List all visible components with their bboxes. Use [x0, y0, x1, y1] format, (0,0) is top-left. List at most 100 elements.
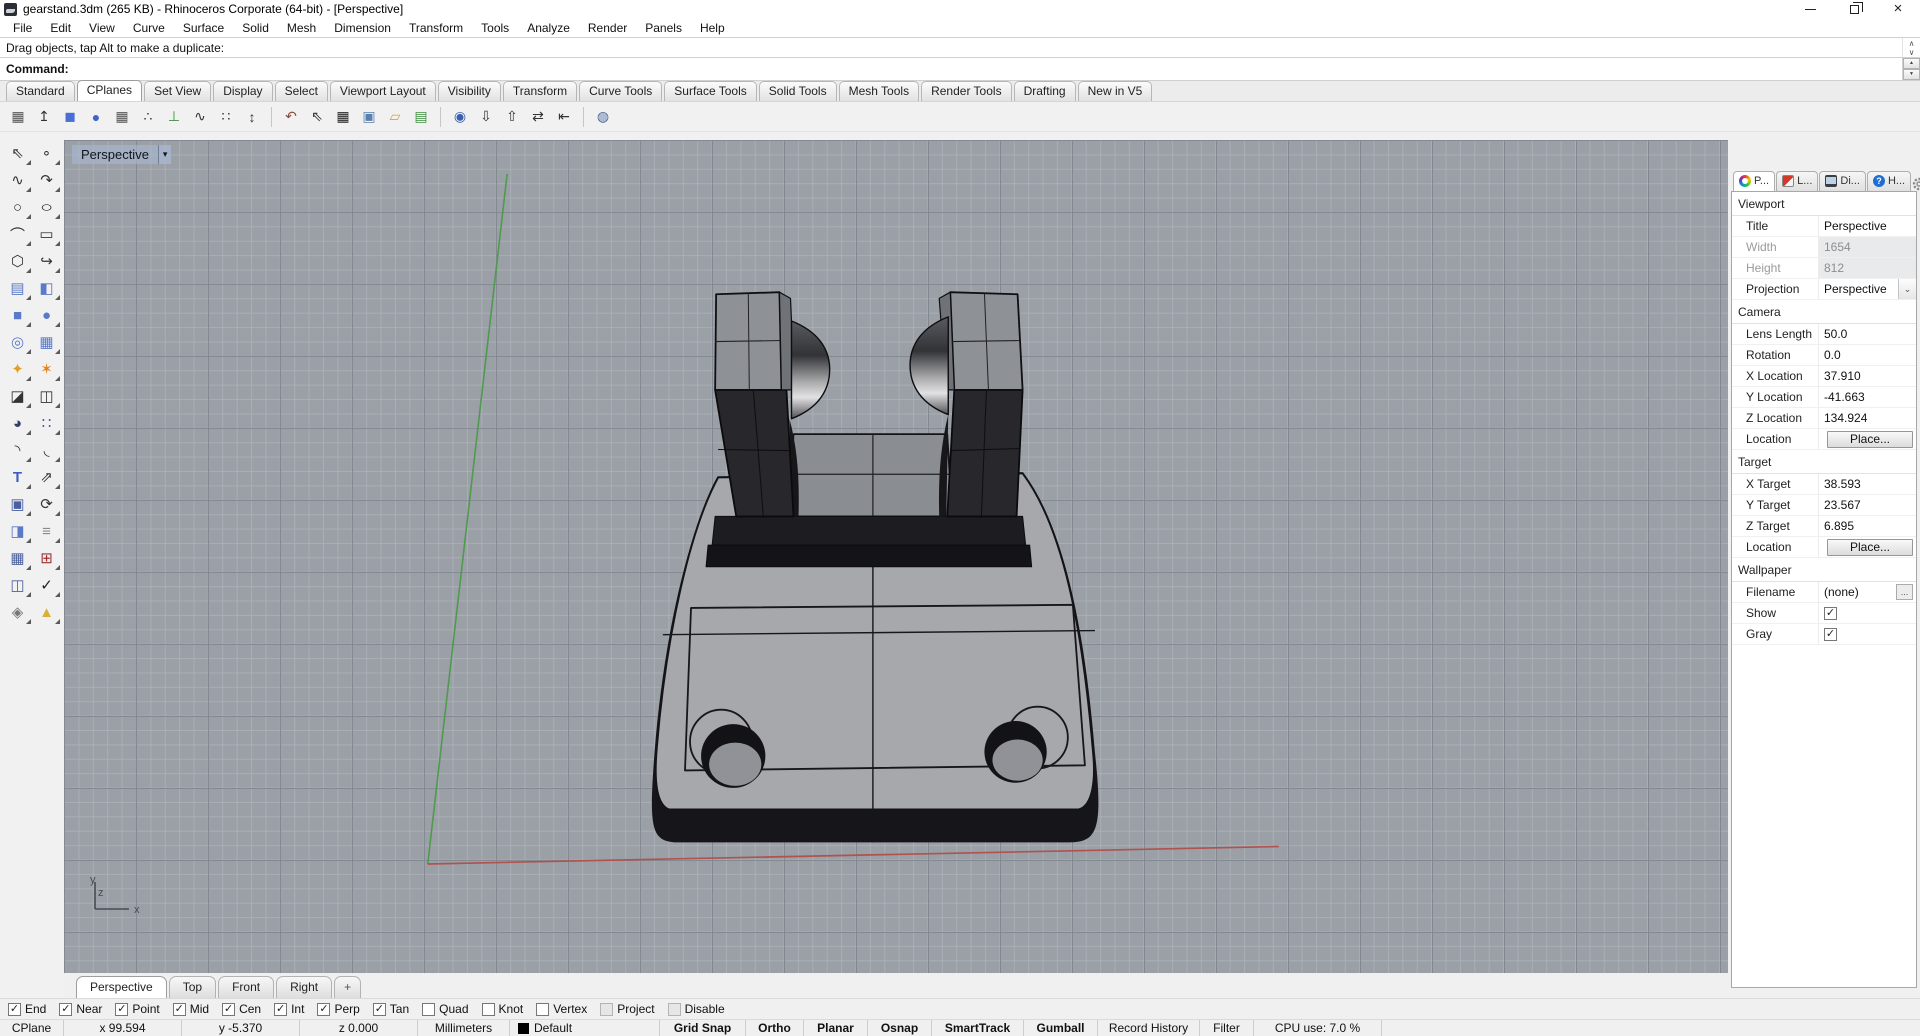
- viewport-title-label[interactable]: Perspective: [72, 145, 158, 164]
- status-record-history[interactable]: Record History: [1098, 1020, 1200, 1036]
- viewport-tab-right[interactable]: Right: [276, 976, 332, 998]
- checkbox-wallpaper-show[interactable]: ✓: [1824, 607, 1837, 620]
- property-value-camera-y-location[interactable]: -41.663: [1818, 387, 1916, 407]
- toolbar-tab-transform[interactable]: Transform: [503, 81, 577, 101]
- menu-transform[interactable]: Transform: [400, 19, 472, 37]
- grid-settings-icon[interactable]: ▦: [331, 106, 355, 128]
- move-tool[interactable]: ⇗: [32, 464, 61, 490]
- polygon-tool[interactable]: ⬡: [3, 248, 32, 274]
- pointer-icon[interactable]: ⇖: [305, 106, 329, 128]
- status-gumball[interactable]: Gumball: [1024, 1020, 1098, 1036]
- plan-view-up-icon[interactable]: ⇧: [500, 106, 524, 128]
- osnap-checkbox-perp[interactable]: ✓: [317, 1003, 330, 1016]
- menu-edit[interactable]: Edit: [41, 19, 80, 37]
- property-value-target-z-target[interactable]: 6.895: [1818, 516, 1916, 536]
- osnap-checkbox-int[interactable]: ✓: [274, 1003, 287, 1016]
- cplane-object-icon[interactable]: ◼: [58, 106, 82, 128]
- value-text-camera-z-location[interactable]: 134.924: [1824, 411, 1867, 425]
- cplane-world-icon[interactable]: ▦: [6, 106, 30, 128]
- trim-tool[interactable]: ◪: [3, 383, 32, 409]
- ellipse-tool[interactable]: ○: [32, 194, 61, 220]
- status-default[interactable]: Default: [510, 1020, 660, 1036]
- circle-tool[interactable]: ○: [3, 194, 32, 220]
- extrude-tool[interactable]: ◨: [3, 518, 32, 544]
- browse-button[interactable]: ...: [1896, 584, 1913, 600]
- toolbar-tab-surface-tools[interactable]: Surface Tools: [664, 81, 757, 101]
- viewport-title-widget[interactable]: Perspective ▾: [72, 145, 171, 164]
- blend-tool[interactable]: ◟: [32, 437, 61, 463]
- panel-tab-help[interactable]: ?H...: [1867, 171, 1911, 191]
- spin-down-icon[interactable]: ▼: [1903, 69, 1920, 80]
- dropdown-arrow-icon[interactable]: ⌄: [1898, 279, 1916, 299]
- curve-tool[interactable]: ↷: [32, 167, 61, 193]
- split-tool[interactable]: ◫: [32, 383, 61, 409]
- text-tool[interactable]: T: [3, 464, 32, 490]
- status-grid-snap[interactable]: Grid Snap: [660, 1020, 746, 1036]
- menu-curve[interactable]: Curve: [124, 19, 174, 37]
- sphere-tool[interactable]: ●: [32, 302, 61, 328]
- undo-view-icon[interactable]: ↶: [279, 106, 303, 128]
- value-text-camera-rotation[interactable]: 0.0: [1824, 348, 1841, 362]
- osnap-checkbox-point[interactable]: ✓: [115, 1003, 128, 1016]
- freeform-curve-tool[interactable]: ↪: [32, 248, 61, 274]
- status-ortho[interactable]: Ortho: [746, 1020, 804, 1036]
- menu-analyze[interactable]: Analyze: [518, 19, 579, 37]
- status-planar[interactable]: Planar: [804, 1020, 868, 1036]
- viewport-tab-front[interactable]: Front: [218, 976, 274, 998]
- menu-render[interactable]: Render: [579, 19, 636, 37]
- value-text-camera-lens-length[interactable]: 50.0: [1824, 327, 1847, 341]
- color-tool[interactable]: ◕: [3, 410, 32, 436]
- patch-tool[interactable]: ◧: [32, 275, 61, 301]
- array-tool[interactable]: ▦: [3, 545, 32, 571]
- cplane-origin-icon[interactable]: ▦: [110, 106, 134, 128]
- toolbar-tab-set-view[interactable]: Set View: [144, 81, 211, 101]
- box-tool[interactable]: ■: [3, 302, 32, 328]
- osnap-checkbox-knot[interactable]: ✓: [482, 1003, 495, 1016]
- menu-surface[interactable]: Surface: [174, 19, 233, 37]
- menu-help[interactable]: Help: [691, 19, 734, 37]
- osnap-checkbox-quad[interactable]: ✓: [422, 1003, 435, 1016]
- property-value-camera-x-location[interactable]: 37.910: [1818, 366, 1916, 386]
- command-history-scrollbar[interactable]: ∧ ∨: [1902, 38, 1920, 57]
- place-button[interactable]: Place...: [1827, 539, 1913, 556]
- surface-grid-tool[interactable]: ▦: [32, 329, 61, 355]
- points-tool[interactable]: ∷: [32, 410, 61, 436]
- osnap-checkbox-mid[interactable]: ✓: [173, 1003, 186, 1016]
- status-x-99-594[interactable]: x 99.594: [64, 1020, 182, 1036]
- world-sphere-icon[interactable]: ◍: [591, 106, 615, 128]
- osnap-checkbox-project[interactable]: ✓: [600, 1003, 613, 1016]
- boolean-tool[interactable]: ✦: [3, 356, 32, 382]
- toolbar-tab-cplanes[interactable]: CPlanes: [77, 80, 142, 101]
- cplane-sphere-icon[interactable]: ●: [84, 106, 108, 128]
- close-button[interactable]: ×: [1876, 0, 1920, 18]
- fillet-tool[interactable]: ◝: [3, 437, 32, 463]
- lamp-tool[interactable]: ▲: [32, 599, 61, 625]
- status-y-5-370[interactable]: y -5.370: [182, 1020, 300, 1036]
- osnap-checkbox-cen[interactable]: ✓: [222, 1003, 235, 1016]
- toolbar-tab-display[interactable]: Display: [213, 81, 272, 101]
- surface-tool[interactable]: ▤: [3, 275, 32, 301]
- previous-cplane-icon[interactable]: ⇤: [552, 106, 576, 128]
- toolbar-tab-visibility[interactable]: Visibility: [438, 81, 501, 101]
- viewport-title-dropdown-icon[interactable]: ▾: [158, 145, 172, 164]
- copy-tool[interactable]: ◫: [3, 572, 32, 598]
- menu-panels[interactable]: Panels: [636, 19, 691, 37]
- status-filter[interactable]: Filter: [1200, 1020, 1254, 1036]
- status-smarttrack[interactable]: SmartTrack: [932, 1020, 1024, 1036]
- panel-gear-icon[interactable]: [1912, 177, 1920, 191]
- lights-tool[interactable]: ≡: [32, 518, 61, 544]
- select-tool[interactable]: ⇖: [3, 140, 32, 166]
- rectangle-tool[interactable]: ▭: [32, 221, 61, 247]
- toolbar-tab-mesh-tools[interactable]: Mesh Tools: [839, 81, 919, 101]
- viewport-tab-top[interactable]: Top: [169, 976, 216, 998]
- explode-tool[interactable]: ✶: [32, 356, 61, 382]
- status-cpu-use-7-0-[interactable]: CPU use: 7.0 %: [1254, 1020, 1382, 1036]
- value-text-target-z-target[interactable]: 6.895: [1824, 519, 1854, 533]
- value-text-camera-x-location[interactable]: 37.910: [1824, 369, 1861, 383]
- distribute-tool[interactable]: ⊞: [32, 545, 61, 571]
- property-value-camera-rotation[interactable]: 0.0: [1818, 345, 1916, 365]
- cplane-to-curve-icon[interactable]: ∿: [188, 106, 212, 128]
- status-cplane[interactable]: CPlane: [0, 1020, 64, 1036]
- cplane-z-axis-icon[interactable]: ↥: [32, 106, 56, 128]
- osnap-checkbox-near[interactable]: ✓: [59, 1003, 72, 1016]
